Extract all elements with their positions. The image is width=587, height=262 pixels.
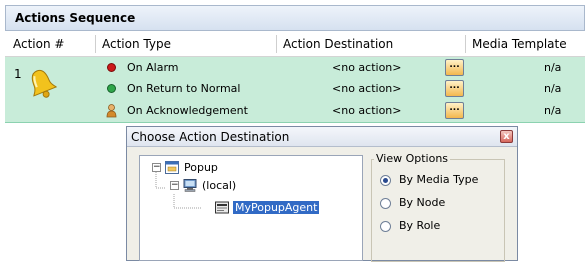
- actions-sequence-header: Actions Sequence: [5, 5, 585, 31]
- column-header-row: Action # Action Type Action Destination …: [5, 32, 585, 57]
- column-action-destination[interactable]: Action Destination: [283, 32, 393, 56]
- action-destination-cell: <no action>: [332, 104, 402, 117]
- dialog-title-bar[interactable]: Choose Action Destination x: [127, 127, 517, 147]
- return-normal-status-icon: [107, 84, 116, 93]
- tree-item-label: MyPopupAgent: [233, 201, 320, 214]
- table-row[interactable]: On Acknowledgement <no action> ... n/a: [5, 100, 585, 122]
- view-options-group: View Options By Media Type By Node By Ro…: [371, 152, 505, 262]
- choose-action-destination-dialog[interactable]: Choose Action Destination x − Popup − (l…: [126, 126, 518, 262]
- tree-item-local[interactable]: (local): [202, 178, 236, 194]
- destination-tree[interactable]: − Popup − (local) MyPopupAgent: [139, 155, 363, 261]
- choose-destination-button[interactable]: ...: [445, 80, 464, 97]
- radio-label-by-media-type[interactable]: By Media Type: [399, 173, 478, 186]
- column-action-type[interactable]: Action Type: [102, 32, 171, 56]
- view-options-legend: View Options: [374, 152, 451, 165]
- column-media-template[interactable]: Media Template: [472, 32, 567, 56]
- radio-by-node[interactable]: [380, 198, 391, 209]
- table-row[interactable]: On Return to Normal <no action> ... n/a: [5, 78, 585, 100]
- agent-icon: [215, 201, 229, 214]
- panel-title: Actions Sequence: [15, 11, 136, 25]
- alarm-status-icon: [107, 63, 116, 72]
- acknowledge-person-icon: [106, 104, 117, 118]
- collapse-toggle[interactable]: −: [170, 181, 179, 190]
- action-destination-cell: <no action>: [332, 82, 402, 95]
- close-button[interactable]: x: [500, 130, 513, 143]
- media-template-cell: n/a: [544, 104, 562, 117]
- column-action-number[interactable]: Action #: [13, 32, 64, 56]
- action-type-cell: On Return to Normal: [127, 82, 241, 95]
- action-rows[interactable]: 1 On Alarm <no action> ... n/a On Return…: [5, 57, 585, 123]
- radio-by-media-type[interactable]: [380, 175, 391, 186]
- media-template-cell: n/a: [544, 61, 562, 74]
- collapse-toggle[interactable]: −: [152, 163, 161, 172]
- tree-item-mypopupagent[interactable]: MyPopupAgent: [233, 200, 320, 216]
- radio-label-by-node[interactable]: By Node: [399, 196, 445, 209]
- tree-item-popup[interactable]: Popup: [184, 160, 218, 176]
- column-separator[interactable]: [95, 35, 96, 53]
- action-type-cell: On Acknowledgement: [127, 104, 248, 117]
- table-row[interactable]: On Alarm <no action> ... n/a: [5, 57, 585, 79]
- action-type-cell: On Alarm: [127, 61, 179, 74]
- dialog-title: Choose Action Destination: [131, 130, 290, 144]
- column-separator[interactable]: [465, 35, 466, 53]
- choose-destination-button[interactable]: ...: [445, 59, 464, 76]
- radio-by-role[interactable]: [380, 221, 391, 232]
- popup-window-icon: [165, 161, 179, 174]
- media-template-cell: n/a: [544, 82, 562, 95]
- computer-icon: [183, 179, 197, 192]
- choose-destination-button[interactable]: ...: [445, 102, 464, 119]
- radio-label-by-role[interactable]: By Role: [399, 219, 440, 232]
- action-destination-cell: <no action>: [332, 61, 402, 74]
- column-separator[interactable]: [276, 35, 277, 53]
